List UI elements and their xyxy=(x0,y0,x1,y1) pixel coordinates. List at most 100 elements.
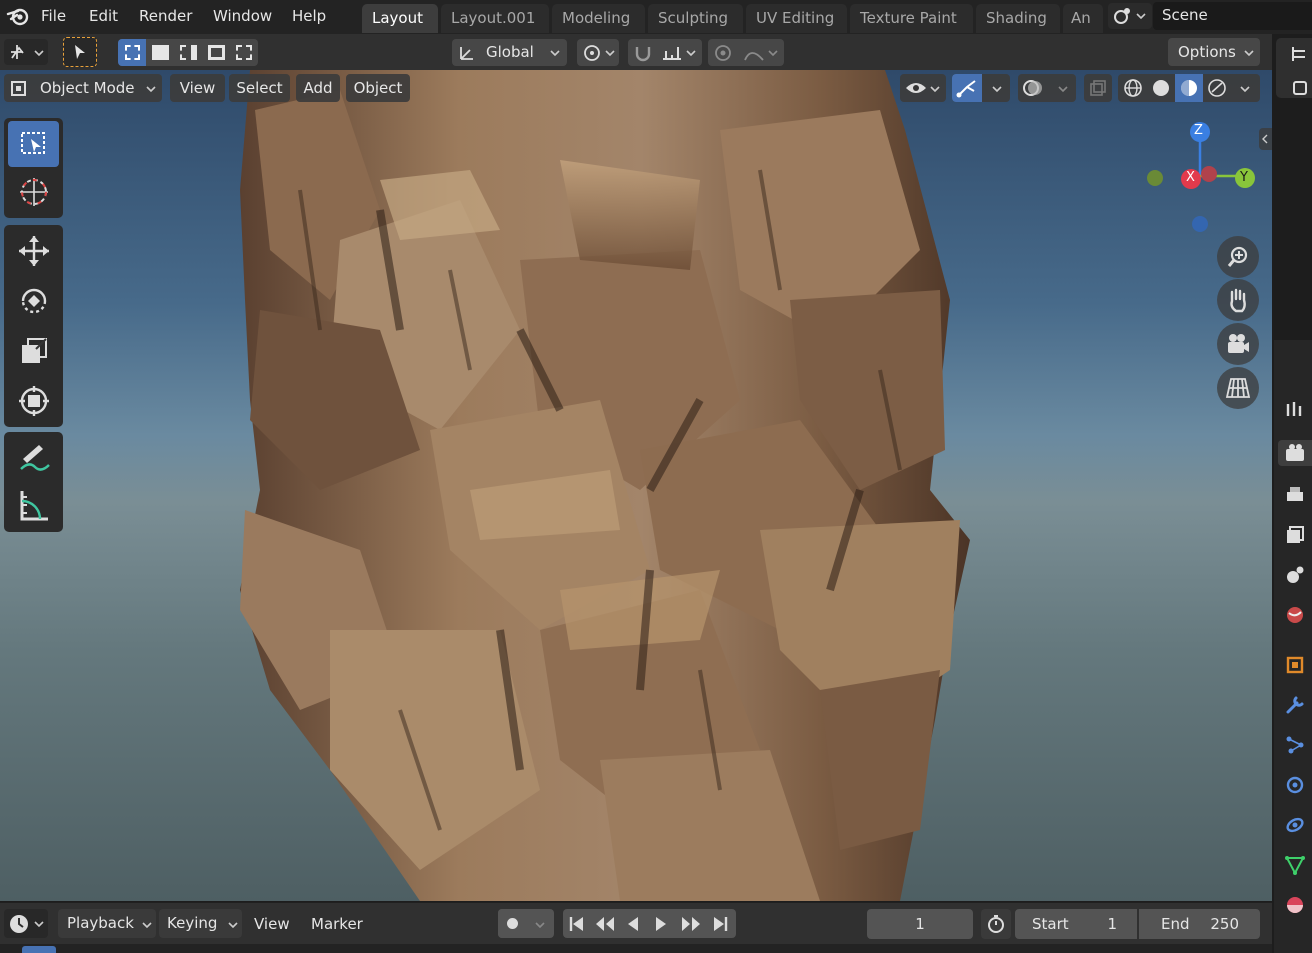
start-frame-field[interactable]: Start 1 xyxy=(1015,909,1137,939)
viewport-select-menu[interactable]: Select xyxy=(229,74,290,102)
active-tool-button[interactable] xyxy=(63,37,97,67)
output-tab[interactable] xyxy=(1282,482,1308,508)
camera-view-button[interactable] xyxy=(1217,323,1259,365)
tab-layout[interactable]: Layout xyxy=(362,4,438,33)
move-tool[interactable] xyxy=(8,228,59,274)
current-frame-field[interactable]: 1 xyxy=(867,909,973,939)
world-tab[interactable] xyxy=(1282,602,1308,628)
xray-toggle[interactable] xyxy=(1084,74,1112,102)
menu-help[interactable]: Help xyxy=(292,5,326,27)
proportional-edit-icon[interactable] xyxy=(713,43,733,63)
wireframe-shading-icon[interactable] xyxy=(1123,78,1143,98)
physics-tab[interactable] xyxy=(1282,772,1308,798)
object-tab[interactable] xyxy=(1282,652,1308,678)
viewport-object-menu[interactable]: Object xyxy=(346,74,410,102)
snap-increment-icon[interactable] xyxy=(661,43,683,63)
preview-range-toggle[interactable] xyxy=(981,909,1011,939)
playback-menu[interactable]: Playback xyxy=(58,909,156,938)
start-frame-value: 1 xyxy=(1107,915,1117,933)
scale-icon xyxy=(21,338,47,363)
chevron-down-icon xyxy=(142,922,152,929)
select-box-tool[interactable] xyxy=(8,121,59,167)
tool-settings-header: Global Options xyxy=(0,34,1272,70)
prev-keyframe-icon[interactable] xyxy=(594,915,616,933)
scene-name-field[interactable]: Scene xyxy=(1153,2,1312,30)
view-layer-tab[interactable] xyxy=(1282,522,1308,548)
pivot-point-dropdown[interactable] xyxy=(577,39,619,66)
material-tab[interactable] xyxy=(1282,892,1308,918)
scene-selector-button[interactable] xyxy=(1108,3,1152,29)
solid-shading-icon[interactable] xyxy=(1151,78,1171,98)
wrench-icon xyxy=(1286,696,1304,714)
outliner-icon[interactable] xyxy=(1290,44,1310,64)
shading-mode-group xyxy=(1118,74,1260,102)
select-new-button[interactable] xyxy=(118,39,146,66)
timeline-marker-menu[interactable]: Marker xyxy=(311,911,363,937)
clock-icon xyxy=(10,915,28,933)
tab-sculpting[interactable]: Sculpting xyxy=(648,4,743,33)
menu-render[interactable]: Render xyxy=(139,5,192,27)
constraints-tab[interactable] xyxy=(1282,812,1308,838)
zoom-button[interactable] xyxy=(1217,236,1259,278)
tab-uv-editing[interactable]: UV Editing xyxy=(746,4,847,33)
rendered-shading-icon[interactable] xyxy=(1207,78,1227,98)
end-frame-field[interactable]: End 250 xyxy=(1139,909,1260,939)
transform-tool[interactable] xyxy=(8,378,59,424)
annotate-tool[interactable] xyxy=(8,435,59,481)
select-invert-icon[interactable] xyxy=(208,45,225,60)
pan-button[interactable] xyxy=(1217,279,1259,321)
particles-tab[interactable] xyxy=(1282,732,1308,758)
rotate-tool[interactable] xyxy=(8,278,59,324)
modifier-tab[interactable] xyxy=(1282,692,1308,718)
blender-logo-icon[interactable] xyxy=(6,4,30,28)
play-icon[interactable] xyxy=(652,915,670,933)
auto-keying-button[interactable] xyxy=(498,909,528,938)
overlays-icon[interactable] xyxy=(1022,78,1044,98)
keying-menu[interactable]: Keying xyxy=(159,909,242,938)
filter-icon[interactable] xyxy=(1290,78,1310,98)
tab-layout-001[interactable]: Layout.001 xyxy=(441,4,549,33)
jump-start-icon[interactable] xyxy=(568,915,586,933)
select-subtract-icon[interactable] xyxy=(180,45,197,60)
snap-magnet-icon[interactable] xyxy=(633,43,653,63)
object-mode-dropdown[interactable]: Object Mode xyxy=(4,74,162,102)
visibility-dropdown[interactable] xyxy=(900,74,946,102)
next-keyframe-icon[interactable] xyxy=(680,915,702,933)
scale-tool[interactable] xyxy=(8,328,59,374)
jump-end-icon[interactable] xyxy=(711,915,729,933)
tool-tab[interactable] xyxy=(1282,396,1308,422)
render-tab[interactable] xyxy=(1278,440,1312,466)
3d-viewport[interactable]: Object Mode View Select Add Object Z X Y xyxy=(0,70,1272,901)
timeline-editor-type[interactable] xyxy=(4,909,48,938)
measure-ruler-icon xyxy=(20,491,48,521)
transform-orientation-dropdown[interactable]: Global xyxy=(452,39,567,66)
timeline-view-menu[interactable]: View xyxy=(254,911,290,937)
tab-animation[interactable]: An xyxy=(1063,4,1103,33)
select-intersect-icon[interactable] xyxy=(236,45,252,60)
play-reverse-icon[interactable] xyxy=(624,915,642,933)
material-preview-button[interactable] xyxy=(1175,74,1203,102)
menu-file[interactable]: File xyxy=(41,5,66,27)
sidebar-toggle[interactable] xyxy=(1259,128,1272,150)
tab-texture-paint[interactable]: Texture Paint xyxy=(850,4,973,33)
scene-tab[interactable] xyxy=(1282,562,1308,588)
chevron-down-icon xyxy=(930,86,940,93)
cursor-tool[interactable] xyxy=(8,169,59,215)
menu-window[interactable]: Window xyxy=(213,5,272,27)
gizmo-toggle-button[interactable] xyxy=(952,74,982,102)
tab-modeling[interactable]: Modeling xyxy=(552,4,645,33)
viewport-add-menu[interactable]: Add xyxy=(296,74,340,102)
menu-edit[interactable]: Edit xyxy=(89,5,118,27)
measure-tool[interactable] xyxy=(8,483,59,529)
data-tab[interactable] xyxy=(1282,852,1308,878)
toolbar-annotate-group xyxy=(4,432,63,532)
editor-type-button[interactable] xyxy=(4,39,48,65)
falloff-curve-icon[interactable] xyxy=(743,44,765,62)
snap-group xyxy=(628,39,702,66)
material-sphere-icon xyxy=(1287,897,1303,913)
options-dropdown[interactable]: Options xyxy=(1168,38,1260,66)
perspective-toggle-button[interactable] xyxy=(1217,367,1259,409)
viewport-view-menu[interactable]: View xyxy=(170,74,225,102)
select-extend-icon[interactable] xyxy=(152,45,169,60)
tab-shading[interactable]: Shading xyxy=(976,4,1060,33)
